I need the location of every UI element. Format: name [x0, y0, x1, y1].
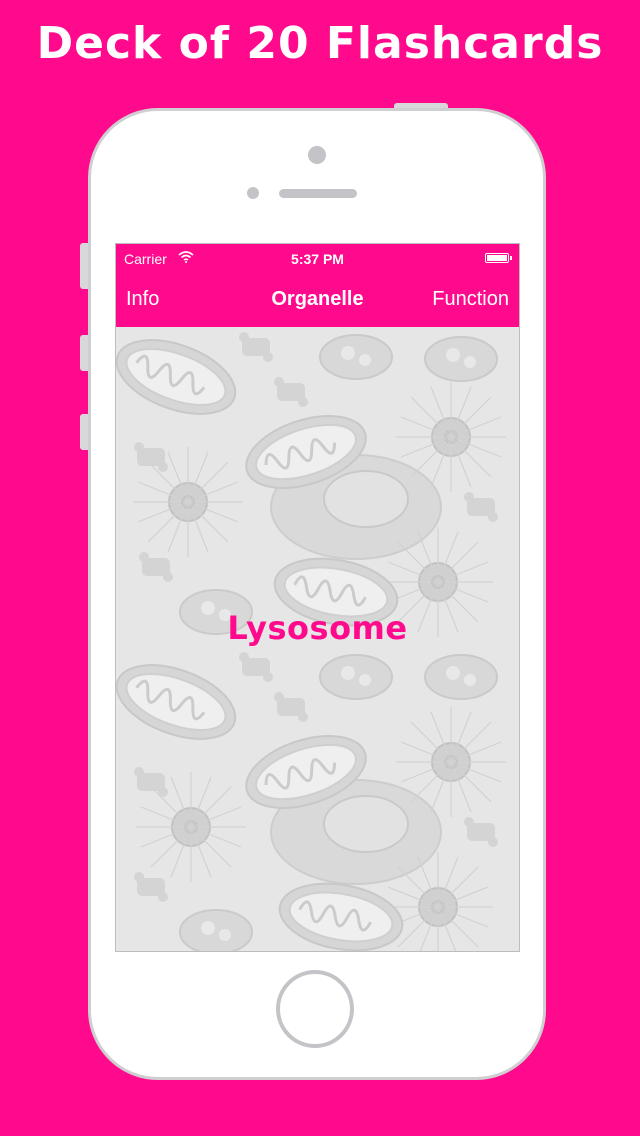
- function-button[interactable]: Function: [432, 288, 509, 311]
- earpiece-speaker: [279, 189, 357, 198]
- front-camera: [308, 146, 326, 164]
- promo-headline: Deck of 20 Flashcards: [36, 18, 604, 69]
- battery-icon: [485, 253, 512, 263]
- flashcard-term: Lysosome: [227, 609, 408, 647]
- status-bar: Carrier 5:37 PM: [116, 244, 519, 274]
- home-button[interactable]: [276, 970, 354, 1048]
- app-screen: Carrier 5:37 PM Info Organelle Function: [115, 243, 520, 952]
- proximity-sensor: [247, 187, 259, 199]
- navigation-bar: Info Organelle Function: [116, 274, 519, 327]
- flashcard[interactable]: Lysosome: [116, 327, 519, 951]
- status-time: 5:37 PM: [291, 251, 344, 267]
